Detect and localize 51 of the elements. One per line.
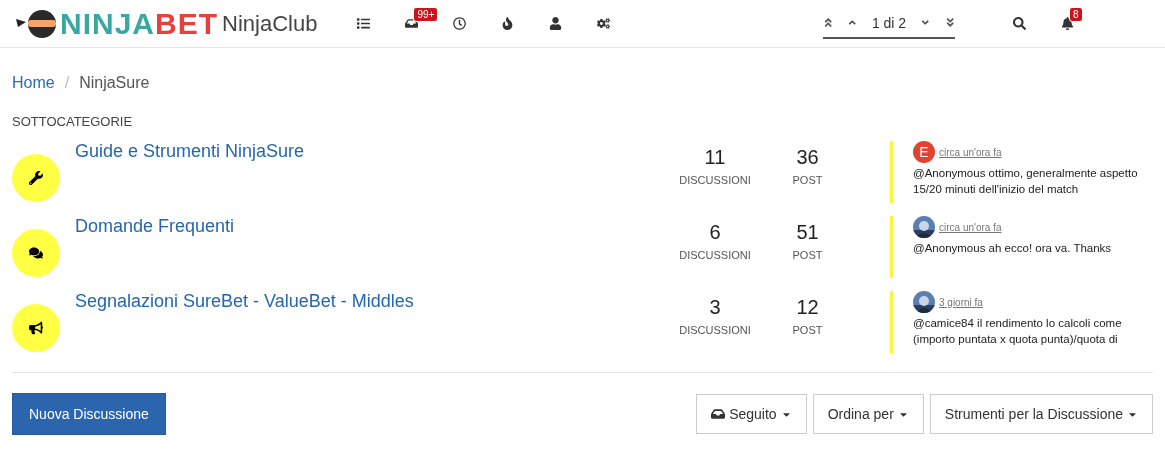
stat-label: POST bbox=[792, 174, 823, 186]
site-name[interactable]: NinjaClub bbox=[222, 10, 318, 37]
user-avatar[interactable]: E bbox=[913, 141, 935, 163]
stat-label: DISCUSSIONI bbox=[679, 174, 751, 186]
megaphone-icon bbox=[29, 321, 43, 335]
search-icon[interactable] bbox=[1012, 17, 1026, 30]
breadcrumb-separator: / bbox=[64, 74, 70, 92]
category-title[interactable]: Segnalazioni SureBet - ValueBet - Middles bbox=[75, 291, 675, 366]
dropdown-button[interactable]: Ordina per bbox=[812, 394, 924, 434]
category-title[interactable]: Guide e Strumenti NinjaSure bbox=[75, 141, 675, 216]
stat-label: POST bbox=[792, 249, 823, 261]
post-time-link[interactable]: circa un'ora fa bbox=[939, 221, 1002, 233]
post-count: 12 bbox=[796, 296, 819, 319]
breadcrumb-current: NinjaSure bbox=[79, 74, 150, 92]
dropdown-button[interactable]: Seguito bbox=[696, 394, 807, 434]
inbox-icon bbox=[711, 407, 726, 421]
user-icon[interactable] bbox=[548, 17, 562, 30]
post-excerpt: @camice84 il rendimento lo calcoli come (importo puntata x quota punta)/quota di bbox=[913, 316, 1123, 347]
clock-icon[interactable] bbox=[452, 17, 466, 30]
post-time-link[interactable]: circa un'ora fa bbox=[939, 146, 1002, 158]
first-page-icon[interactable] bbox=[823, 17, 834, 28]
inbox-icon[interactable] bbox=[404, 17, 418, 30]
dropdown-button[interactable]: Strumenti per la Discussione bbox=[929, 394, 1153, 434]
last-page-icon[interactable] bbox=[944, 17, 955, 28]
gears-icon[interactable] bbox=[596, 17, 610, 30]
post-time-link[interactable]: 3 giorni fa bbox=[939, 296, 983, 308]
speech-bubbles-icon bbox=[29, 246, 43, 260]
stat-label: POST bbox=[792, 324, 823, 336]
logo-text[interactable]: BET bbox=[155, 6, 218, 41]
count-badge: 99+ bbox=[413, 6, 439, 22]
discussion-count: 11 bbox=[704, 146, 726, 169]
post-excerpt: @Anonymous ah ecco! ora va. Thanks bbox=[913, 241, 1113, 256]
page-indicator: 1 di 2 bbox=[871, 14, 907, 31]
list-icon[interactable] bbox=[356, 17, 370, 30]
wrench-icon bbox=[29, 171, 43, 185]
stat-label: DISCUSSIONI bbox=[679, 324, 751, 336]
new-discussion-button[interactable]: Nuova Discussione bbox=[12, 393, 166, 435]
bell-icon[interactable] bbox=[1060, 17, 1074, 30]
breadcrumb-link[interactable]: Home bbox=[12, 74, 55, 92]
stat-label: DISCUSSIONI bbox=[679, 249, 751, 261]
discussion-count: 6 bbox=[709, 221, 721, 244]
post-count: 51 bbox=[796, 221, 819, 244]
previous-page-icon[interactable] bbox=[847, 17, 858, 28]
post-excerpt: @Anonymous ottimo, generalmente aspetto 15/20 minuti dell'inizio del match bbox=[913, 166, 1139, 197]
flame-icon[interactable] bbox=[500, 17, 514, 30]
section-title: SOTTOCATEGORIE bbox=[12, 114, 134, 129]
category-title[interactable]: Domande Frequenti bbox=[75, 216, 675, 291]
next-page-icon[interactable] bbox=[920, 17, 931, 28]
count-badge: 8 bbox=[1069, 6, 1083, 22]
post-count: 36 bbox=[796, 146, 819, 169]
discussion-count: 3 bbox=[709, 296, 721, 319]
